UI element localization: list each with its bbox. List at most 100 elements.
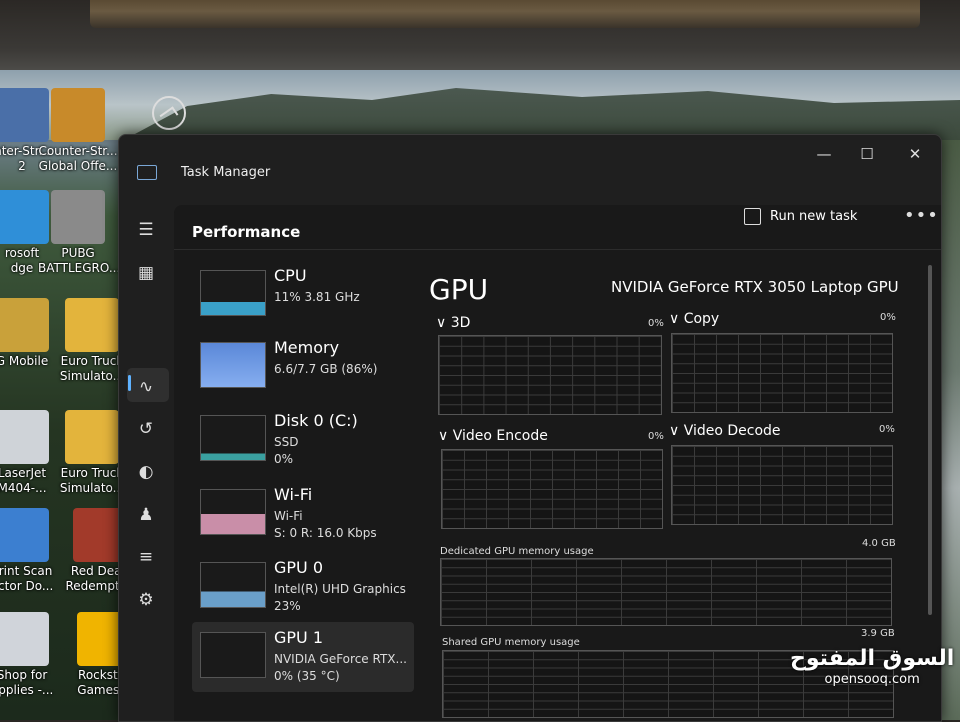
resource-item-cpu[interactable]: CPU 11% 3.81 GHz	[192, 260, 414, 330]
resource-detail-line: 0% (35 °C)	[274, 669, 340, 683]
resource-details: NVIDIA GeForce RTX... 0% (35 °C)	[274, 651, 407, 685]
details-icon[interactable]: ≡	[135, 546, 157, 568]
task-manager-app-icon	[137, 165, 157, 180]
resource-thumbnail-graph	[200, 489, 266, 535]
resource-name: CPU	[274, 266, 307, 285]
resource-details: SSD 0%	[274, 434, 298, 468]
more-options-button[interactable]: •••	[904, 205, 939, 226]
engine-copy-selector[interactable]: ∨ Copy	[669, 311, 719, 327]
shortcut-icon	[0, 410, 49, 464]
keyboard-reflection	[90, 0, 920, 28]
nav-rail: ☰ ▦ ∿ ↺ ◐ ♟ ≡ ⚙	[119, 205, 174, 721]
dedicated-memory-graph	[440, 558, 892, 626]
shortcut-icon	[0, 508, 49, 562]
app-history-icon[interactable]: ↺	[135, 418, 157, 440]
resource-thumbnail-graph	[200, 270, 266, 316]
resource-name: Disk 0 (C:)	[274, 411, 358, 430]
nav-selected-indicator	[128, 375, 131, 391]
resource-item-wi-fi[interactable]: Wi-Fi Wi-Fi S: 0 R: 16.0 Kbps	[192, 479, 414, 549]
resource-name: Wi-Fi	[274, 485, 313, 504]
shortcut-icon	[0, 298, 49, 352]
desktop-shortcut[interactable]: Counter-Str... Global Offe...	[38, 88, 118, 174]
engine-3d-graph	[438, 335, 662, 415]
dedicated-memory-label: Dedicated GPU memory usage	[440, 546, 594, 557]
engine-video-decode-selector[interactable]: ∨ Video Decode	[669, 423, 781, 439]
resource-detail-line: 6.6/7.7 GB (86%)	[274, 362, 378, 376]
shortcut-label: Global Offe...	[38, 159, 118, 173]
engine-3d-selector[interactable]: ∨ 3D	[436, 315, 470, 331]
maximize-button[interactable]: ☐	[852, 143, 882, 165]
shortcut-icon	[51, 88, 105, 142]
resource-thumbnail-graph	[200, 342, 266, 388]
startup-apps-icon[interactable]: ◐	[135, 461, 157, 483]
shortcut-label: Shop for	[0, 668, 48, 682]
engine-video-decode-percent: 0%	[879, 424, 895, 435]
resource-details: 6.6/7.7 GB (86%)	[274, 361, 377, 378]
resource-item-gpu-0[interactable]: GPU 0 Intel(R) UHD Graphics 23%	[192, 552, 414, 622]
resource-detail-line: 0%	[274, 452, 294, 466]
shortcut-label: octor Do...	[0, 579, 54, 593]
resource-detail-line: SSD	[274, 435, 299, 449]
resource-detail-line: 23%	[274, 599, 301, 613]
run-task-icon	[744, 208, 761, 225]
resource-details: 11% 3.81 GHz	[274, 289, 360, 306]
resource-detail-line: S: 0 R: 16.0 Kbps	[274, 526, 377, 540]
shortcut-icon	[65, 410, 119, 464]
watermark: السوق المفتوح opensooq.com	[790, 646, 954, 687]
performance-icon[interactable]: ∿	[135, 376, 157, 398]
resource-thumbnail-graph	[200, 632, 266, 678]
resource-thumbnail-graph	[200, 415, 266, 461]
shortcut-label: Counter-Str...	[38, 144, 118, 158]
engine-copy-graph	[671, 333, 893, 413]
resource-name: GPU 0	[274, 558, 324, 577]
desktop-shortcut[interactable]: Shop forupplies -...	[0, 612, 62, 698]
engine-video-encode-selector[interactable]: ∨ Video Encode	[438, 428, 548, 444]
resource-name: Memory	[274, 338, 340, 357]
resource-item-disk-0-c[interactable]: Disk 0 (C:) SSD 0%	[192, 405, 414, 475]
resource-details: Wi-Fi S: 0 R: 16.0 Kbps	[274, 508, 377, 542]
window-title: Task Manager	[181, 165, 271, 180]
resource-name: GPU 1	[274, 628, 324, 647]
shared-memory-max: 3.9 GB	[861, 628, 895, 639]
resource-thumbnail-graph	[200, 562, 266, 608]
users-icon[interactable]: ♟	[135, 504, 157, 526]
shortcut-icon	[0, 612, 49, 666]
resource-detail-line: 11% 3.81 GHz	[274, 290, 360, 304]
engine-3d-percent: 0%	[648, 318, 664, 329]
processes-icon[interactable]: ▦	[135, 262, 157, 284]
dedicated-memory-max: 4.0 GB	[862, 538, 896, 549]
resource-item-memory[interactable]: Memory 6.6/7.7 GB (86%)	[192, 332, 414, 402]
gpu-device-name: NVIDIA GeForce RTX 3050 Laptop GPU	[611, 278, 899, 296]
shortcut-label: Print Scan	[0, 564, 53, 578]
minimize-button[interactable]: —	[809, 143, 839, 165]
desktop-shortcut[interactable]: PUBG BATTLEGRO...	[38, 190, 118, 276]
shortcut-icon	[51, 190, 105, 244]
engine-video-decode-graph	[671, 445, 893, 525]
shortcut-label: BATTLEGRO...	[38, 261, 118, 275]
desktop-shortcut[interactable]: Print Scanoctor Do...	[0, 508, 62, 594]
scrollbar[interactable]	[928, 265, 932, 615]
resource-detail-line: Wi-Fi	[274, 509, 303, 523]
monitor-bezel	[0, 0, 960, 70]
engine-video-encode-percent: 0%	[648, 431, 664, 442]
engine-copy-percent: 0%	[880, 312, 896, 323]
run-new-task-label: Run new task	[770, 209, 858, 224]
close-button[interactable]: ✕	[900, 143, 930, 165]
resource-detail-line: NVIDIA GeForce RTX...	[274, 652, 407, 666]
watermark-arabic: السوق المفتوح	[790, 646, 955, 671]
resource-item-gpu-1[interactable]: GPU 1 NVIDIA GeForce RTX... 0% (35 °C)	[192, 622, 414, 692]
shortcut-label: PUBG	[61, 246, 95, 260]
engine-video-encode-graph	[441, 449, 663, 529]
task-manager-window: Task Manager — ☐ ✕ ☰ ▦ ∿ ↺ ◐ ♟ ≡ ⚙ Perfo…	[118, 134, 942, 722]
gpu-heading: GPU	[429, 273, 489, 306]
title-bar[interactable]: Task Manager — ☐ ✕	[119, 135, 941, 180]
run-new-task-button[interactable]: Run new task	[744, 208, 858, 225]
header-divider	[174, 249, 941, 250]
screen-capture-icon[interactable]	[152, 96, 186, 130]
services-icon[interactable]: ⚙	[135, 589, 157, 611]
hamburger-icon[interactable]: ☰	[135, 219, 157, 241]
shortcut-label: upplies -...	[0, 683, 54, 697]
shortcut-icon	[65, 298, 119, 352]
performance-pane: Performance Run new task ••• CPU 11% 3.81…	[174, 205, 941, 721]
resource-details: Intel(R) UHD Graphics 23%	[274, 581, 406, 615]
